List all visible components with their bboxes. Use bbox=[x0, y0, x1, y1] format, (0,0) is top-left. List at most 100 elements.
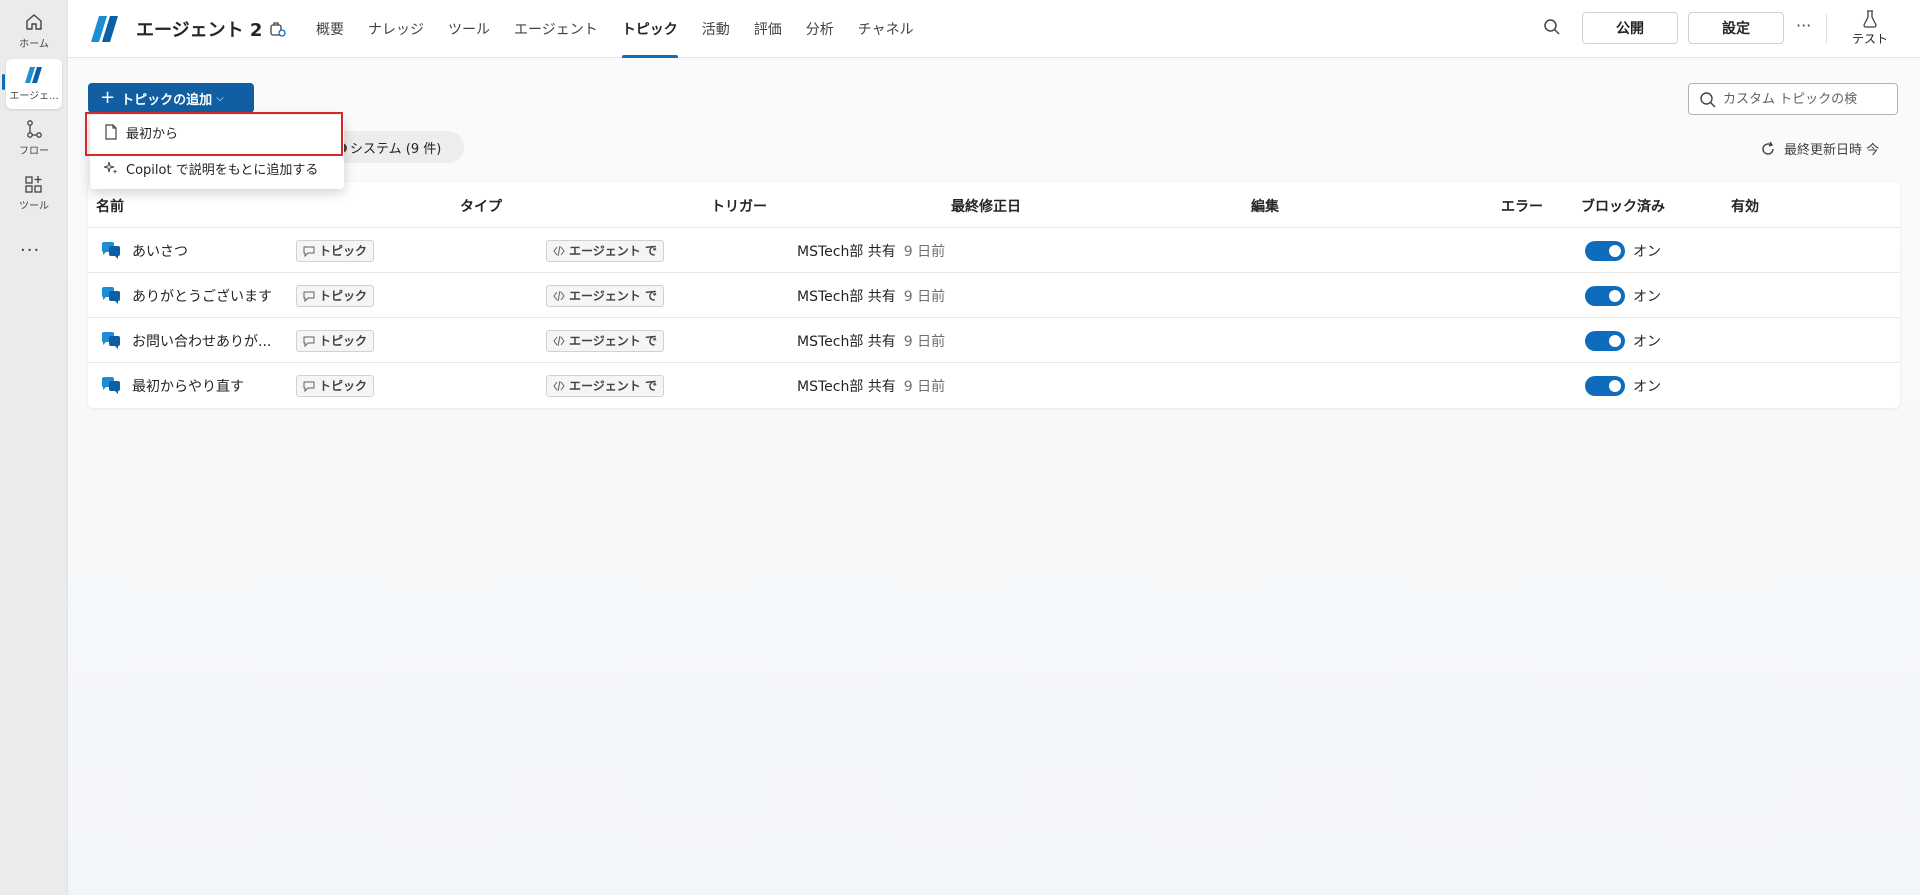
home-icon bbox=[26, 14, 42, 30]
sparkle-icon bbox=[104, 161, 118, 174]
column-header-name[interactable]: 名前 bbox=[96, 196, 124, 216]
main-area: エージェント 2 概要 ナレッジ ツール エージェント トピック 活動 評価 分… bbox=[68, 0, 1920, 895]
flask-icon bbox=[1863, 10, 1877, 28]
trigger-tag: エージェント で bbox=[546, 329, 664, 352]
topic-name: お問い合わせありが... bbox=[132, 333, 272, 350]
enabled-toggle[interactable] bbox=[1585, 240, 1625, 261]
column-header-trigger[interactable]: トリガー bbox=[711, 196, 767, 216]
type-cell: トピック bbox=[296, 273, 375, 318]
search-icon[interactable] bbox=[1542, 17, 1562, 37]
type-cell: トピック bbox=[296, 318, 375, 363]
chevron-down-icon: ⌵ bbox=[216, 92, 224, 104]
publish-button[interactable]: 公開 bbox=[1582, 12, 1678, 44]
trigger-cell: エージェント で bbox=[546, 273, 664, 318]
menu-item-label: 最初から bbox=[126, 126, 179, 142]
tab-analytics[interactable]: 分析 bbox=[794, 0, 846, 58]
trigger-label: エージェント で bbox=[569, 289, 657, 303]
search-icon bbox=[1700, 92, 1716, 108]
modified-cell: MSTech部 共有 9 日前 bbox=[797, 318, 945, 363]
chat-bubbles-icon bbox=[102, 331, 120, 349]
rail-item-flow[interactable]: フロー bbox=[6, 113, 62, 163]
rail-more-button[interactable]: ··· bbox=[20, 240, 40, 261]
enabled-cell: オン bbox=[1585, 228, 1661, 273]
tools-icon bbox=[25, 176, 42, 193]
modified-when: 9 日前 bbox=[903, 243, 946, 260]
system-filter-label: システム (9 件) bbox=[350, 141, 442, 157]
settings-button[interactable]: 設定 bbox=[1688, 12, 1784, 44]
code-icon bbox=[553, 335, 565, 346]
rail-item-tools[interactable]: ツール bbox=[6, 168, 62, 218]
chat-bubbles-icon bbox=[102, 241, 120, 259]
rail-item-label: エージェ... bbox=[9, 91, 59, 102]
topic-search-box[interactable] bbox=[1688, 83, 1898, 115]
flow-icon bbox=[27, 120, 42, 138]
table-row[interactable]: 最初からやり直す トピック エージェント で MSTech部 共有 9 日前 オ… bbox=[88, 362, 1900, 407]
menu-item-from-blank[interactable]: 最初から bbox=[90, 115, 344, 149]
topic-name-cell[interactable]: あいさつ bbox=[100, 228, 188, 273]
rail-item-home[interactable]: ホーム bbox=[6, 6, 62, 56]
enabled-label: オン bbox=[1633, 333, 1661, 350]
code-icon bbox=[553, 380, 565, 391]
topic-name-cell[interactable]: ありがとうございます bbox=[100, 273, 272, 318]
document-icon bbox=[105, 124, 117, 140]
enabled-toggle[interactable] bbox=[1585, 330, 1625, 351]
enabled-toggle[interactable] bbox=[1585, 375, 1625, 396]
rail-item-label: フロー bbox=[19, 146, 49, 157]
tab-agents[interactable]: エージェント bbox=[502, 0, 610, 58]
rail-item-agent[interactable]: エージェ... bbox=[6, 59, 62, 109]
type-tag: トピック bbox=[296, 239, 375, 262]
modified-by: MSTech部 共有 bbox=[797, 378, 896, 395]
topics-table: 名前 タイプ トリガー 最終修正日 編集 エラー ブロック済み 有効 あいさつ … bbox=[88, 182, 1900, 408]
test-button[interactable]: テスト bbox=[1844, 10, 1896, 50]
type-tag: トピック bbox=[296, 374, 375, 397]
topic-name: 最初からやり直す bbox=[132, 378, 244, 395]
system-filter-pill[interactable]: システム (9 件) bbox=[328, 131, 464, 163]
table-row[interactable]: あいさつ トピック エージェント で MSTech部 共有 9 日前 オン bbox=[88, 227, 1900, 272]
add-topic-menu: 最初から Copilot で説明をもとに追加する bbox=[90, 115, 344, 189]
column-header-modified[interactable]: 最終修正日 bbox=[951, 196, 1021, 216]
tab-topics[interactable]: トピック bbox=[610, 0, 690, 58]
tab-knowledge[interactable]: ナレッジ bbox=[356, 0, 436, 58]
trigger-label: エージェント で bbox=[569, 334, 657, 348]
add-topic-label: トピックの追加 bbox=[121, 92, 213, 108]
column-header-type[interactable]: タイプ bbox=[460, 196, 502, 216]
enabled-toggle[interactable] bbox=[1585, 285, 1625, 306]
search-input[interactable] bbox=[1723, 91, 1891, 107]
tab-tools[interactable]: ツール bbox=[436, 0, 502, 58]
agent-settings-icon[interactable] bbox=[268, 20, 286, 38]
type-cell: トピック bbox=[296, 363, 375, 408]
trigger-tag: エージェント で bbox=[546, 284, 664, 307]
column-header-blocked[interactable]: ブロック済み bbox=[1581, 196, 1665, 216]
chat-icon bbox=[303, 381, 315, 392]
enabled-label: オン bbox=[1633, 378, 1661, 395]
enabled-cell: オン bbox=[1585, 318, 1661, 363]
topic-name-cell[interactable]: 最初からやり直す bbox=[100, 363, 244, 408]
type-label: トピック bbox=[319, 379, 368, 393]
topic-name: ありがとうございます bbox=[132, 288, 272, 305]
code-icon bbox=[553, 245, 565, 256]
chat-icon bbox=[303, 336, 315, 347]
table-row[interactable]: お問い合わせありが... トピック エージェント で MSTech部 共有 9 … bbox=[88, 317, 1900, 362]
agent-title: エージェント 2 bbox=[136, 20, 263, 41]
topic-name-cell[interactable]: お問い合わせありが... bbox=[100, 318, 271, 363]
top-bar: エージェント 2 概要 ナレッジ ツール エージェント トピック 活動 評価 分… bbox=[68, 0, 1920, 58]
add-topic-button[interactable]: + トピックの追加 ⌵ bbox=[88, 83, 254, 113]
more-options-button[interactable]: ··· bbox=[1796, 16, 1811, 35]
column-header-edit[interactable]: 編集 bbox=[1251, 196, 1279, 216]
modified-when: 9 日前 bbox=[903, 333, 946, 350]
tab-channels[interactable]: チャネル bbox=[846, 0, 926, 58]
modified-cell: MSTech部 共有 9 日前 bbox=[797, 273, 945, 318]
refresh-button[interactable]: 最終更新日時 今 bbox=[1760, 139, 1879, 158]
tab-activity[interactable]: 活動 bbox=[690, 0, 742, 58]
menu-item-copilot-describe[interactable]: Copilot で説明をもとに追加する bbox=[90, 151, 344, 185]
column-header-errors[interactable]: エラー bbox=[1501, 196, 1543, 216]
code-icon bbox=[553, 290, 565, 301]
table-row[interactable]: ありがとうございます トピック エージェント で MSTech部 共有 9 日前… bbox=[88, 272, 1900, 317]
column-header-enabled[interactable]: 有効 bbox=[1731, 196, 1759, 216]
last-updated-label: 最終更新日時 今 bbox=[1784, 143, 1880, 158]
type-label: トピック bbox=[319, 244, 368, 258]
agent-icon bbox=[25, 67, 42, 83]
tab-overview[interactable]: 概要 bbox=[304, 0, 356, 58]
tab-evaluation[interactable]: 評価 bbox=[742, 0, 794, 58]
trigger-label: エージェント で bbox=[569, 379, 657, 393]
